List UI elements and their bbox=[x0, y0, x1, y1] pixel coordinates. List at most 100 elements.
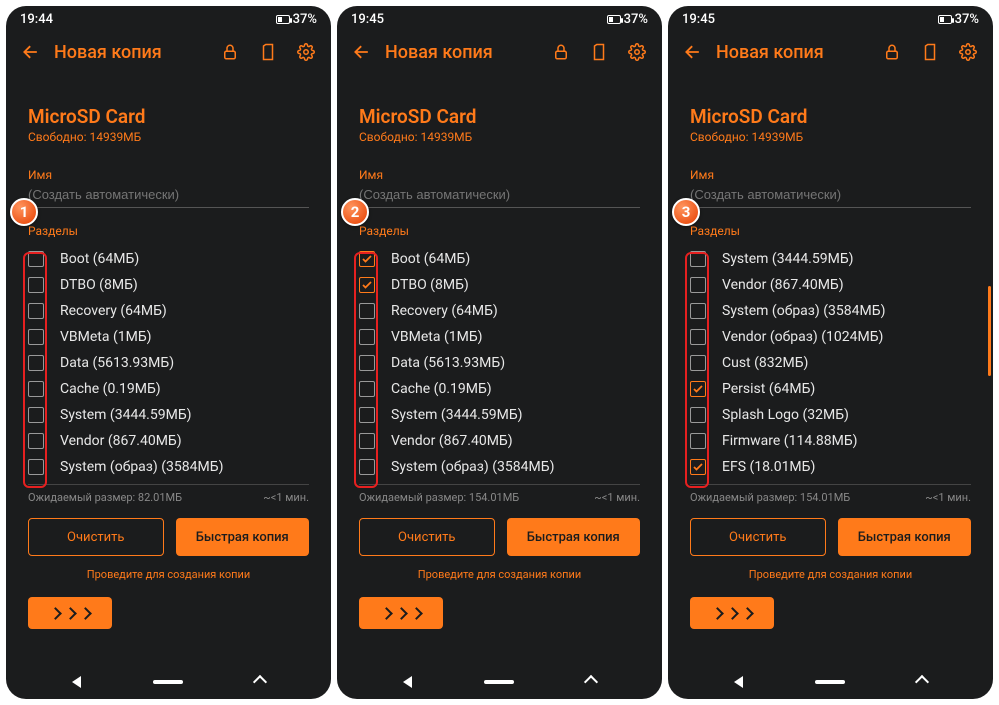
gear-icon[interactable] bbox=[291, 37, 321, 67]
quick-copy-button[interactable]: Быстрая копия bbox=[176, 518, 310, 556]
partition-row[interactable]: Recovery (64МБ) bbox=[359, 298, 640, 324]
gear-icon[interactable] bbox=[953, 37, 983, 67]
clear-button[interactable]: Очистить bbox=[28, 518, 164, 556]
swipe-hint: Проведите для создания копии bbox=[690, 568, 971, 581]
partition-row[interactable]: Persist (64МБ) bbox=[690, 376, 971, 402]
swipe-slider[interactable] bbox=[28, 597, 112, 629]
estimated-size: Ожидаемый размер: 154.01МБ bbox=[690, 491, 850, 504]
lock-icon[interactable] bbox=[215, 37, 245, 67]
storage-title: MicroSD Card bbox=[690, 105, 971, 128]
nav-recent-icon[interactable] bbox=[915, 675, 929, 689]
partition-row[interactable]: System (образ) (3584МБ) bbox=[690, 298, 971, 324]
partition-checkbox[interactable] bbox=[359, 381, 375, 397]
partition-row[interactable]: Data (5613.93МБ) bbox=[359, 350, 640, 376]
partition-row[interactable]: System (3444.59МБ) bbox=[359, 402, 640, 428]
partition-row[interactable]: EFS (18.01МБ) bbox=[690, 454, 971, 480]
sdcard-icon[interactable] bbox=[253, 37, 283, 67]
estimated-size: Ожидаемый размер: 82.01МБ bbox=[28, 491, 182, 504]
scroll-indicator[interactable] bbox=[988, 286, 991, 376]
partition-checkbox[interactable] bbox=[28, 407, 44, 423]
partition-row[interactable]: System (3444.59МБ) bbox=[690, 246, 971, 272]
partition-row[interactable]: Cache (0.19МБ) bbox=[359, 376, 640, 402]
partition-row[interactable]: Cust (832МБ) bbox=[690, 350, 971, 376]
partition-checkbox[interactable] bbox=[359, 459, 375, 475]
partition-checkbox[interactable] bbox=[359, 277, 375, 293]
partition-checkbox[interactable] bbox=[28, 277, 44, 293]
partition-checkbox[interactable] bbox=[28, 329, 44, 345]
partition-checkbox[interactable] bbox=[28, 433, 44, 449]
partition-label: DTBO (8МБ) bbox=[60, 277, 138, 293]
clear-button[interactable]: Очистить bbox=[359, 518, 495, 556]
partition-row[interactable]: DTBO (8МБ) bbox=[28, 272, 309, 298]
partition-checkbox[interactable] bbox=[690, 381, 706, 397]
partition-checkbox[interactable] bbox=[690, 407, 706, 423]
name-input[interactable] bbox=[690, 182, 971, 208]
partition-row[interactable]: VBMeta (1МБ) bbox=[28, 324, 309, 350]
partition-row[interactable]: Splash Logo (32МБ) bbox=[690, 402, 971, 428]
partition-row[interactable]: Boot (64МБ) bbox=[359, 246, 640, 272]
partition-row[interactable]: Vendor (867.40МБ) bbox=[28, 428, 309, 454]
partition-checkbox[interactable] bbox=[359, 251, 375, 267]
nav-home-icon[interactable] bbox=[153, 680, 183, 684]
partition-row[interactable]: DTBO (8МБ) bbox=[359, 272, 640, 298]
battery-pct: 37% bbox=[293, 12, 317, 27]
partition-row[interactable]: System (образ) (3584МБ) bbox=[28, 454, 309, 480]
partition-checkbox[interactable] bbox=[28, 459, 44, 475]
swipe-hint: Проведите для создания копии bbox=[28, 568, 309, 581]
partition-row[interactable]: Data (5613.93МБ) bbox=[28, 350, 309, 376]
nav-back-icon[interactable] bbox=[734, 676, 743, 688]
sdcard-icon[interactable] bbox=[584, 37, 614, 67]
nav-recent-icon[interactable] bbox=[253, 675, 267, 689]
back-icon[interactable] bbox=[347, 37, 377, 67]
partition-checkbox[interactable] bbox=[690, 459, 706, 475]
partition-checkbox[interactable] bbox=[690, 277, 706, 293]
sdcard-icon[interactable] bbox=[915, 37, 945, 67]
swipe-slider[interactable] bbox=[690, 597, 774, 629]
partition-checkbox[interactable] bbox=[690, 433, 706, 449]
nav-back-icon[interactable] bbox=[72, 676, 81, 688]
partition-label: Recovery (64МБ) bbox=[60, 303, 167, 319]
partition-row[interactable]: System (образ) (3584МБ) bbox=[359, 454, 640, 480]
partition-checkbox[interactable] bbox=[359, 355, 375, 371]
partition-checkbox[interactable] bbox=[690, 251, 706, 267]
partition-checkbox[interactable] bbox=[28, 251, 44, 267]
partition-row[interactable]: Cache (0.19МБ) bbox=[28, 376, 309, 402]
partition-checkbox[interactable] bbox=[28, 381, 44, 397]
gear-icon[interactable] bbox=[622, 37, 652, 67]
partition-checkbox[interactable] bbox=[359, 329, 375, 345]
swipe-slider[interactable] bbox=[359, 597, 443, 629]
partition-row[interactable]: VBMeta (1МБ) bbox=[359, 324, 640, 350]
nav-home-icon[interactable] bbox=[815, 680, 845, 684]
lock-icon[interactable] bbox=[877, 37, 907, 67]
partition-row[interactable]: Vendor (867.40МБ) bbox=[690, 272, 971, 298]
name-input[interactable] bbox=[359, 182, 640, 208]
partition-checkbox[interactable] bbox=[359, 303, 375, 319]
battery-icon bbox=[607, 15, 621, 24]
partition-checkbox[interactable] bbox=[359, 407, 375, 423]
partition-checkbox[interactable] bbox=[690, 329, 706, 345]
partition-row[interactable]: Firmware (114.88МБ) bbox=[690, 428, 971, 454]
clear-button[interactable]: Очистить bbox=[690, 518, 826, 556]
nav-recent-icon[interactable] bbox=[584, 675, 598, 689]
partition-checkbox[interactable] bbox=[690, 355, 706, 371]
partition-checkbox[interactable] bbox=[690, 303, 706, 319]
partition-row[interactable]: System (3444.59МБ) bbox=[28, 402, 309, 428]
partition-row[interactable]: Vendor (867.40МБ) bbox=[359, 428, 640, 454]
partition-label: Cache (0.19МБ) bbox=[391, 381, 492, 397]
partition-checkbox[interactable] bbox=[28, 303, 44, 319]
quick-copy-button[interactable]: Быстрая копия bbox=[838, 518, 972, 556]
partition-row[interactable]: Recovery (64МБ) bbox=[28, 298, 309, 324]
partition-label: Recovery (64МБ) bbox=[391, 303, 498, 319]
back-icon[interactable] bbox=[678, 37, 708, 67]
partition-row[interactable]: Vendor (образ) (1024МБ) bbox=[690, 324, 971, 350]
nav-home-icon[interactable] bbox=[484, 680, 514, 684]
name-input[interactable] bbox=[28, 182, 309, 208]
partitions-label: Разделы bbox=[359, 224, 640, 238]
partition-checkbox[interactable] bbox=[359, 433, 375, 449]
quick-copy-button[interactable]: Быстрая копия bbox=[507, 518, 641, 556]
back-icon[interactable] bbox=[16, 37, 46, 67]
partition-row[interactable]: Boot (64МБ) bbox=[28, 246, 309, 272]
nav-back-icon[interactable] bbox=[403, 676, 412, 688]
partition-checkbox[interactable] bbox=[28, 355, 44, 371]
lock-icon[interactable] bbox=[546, 37, 576, 67]
